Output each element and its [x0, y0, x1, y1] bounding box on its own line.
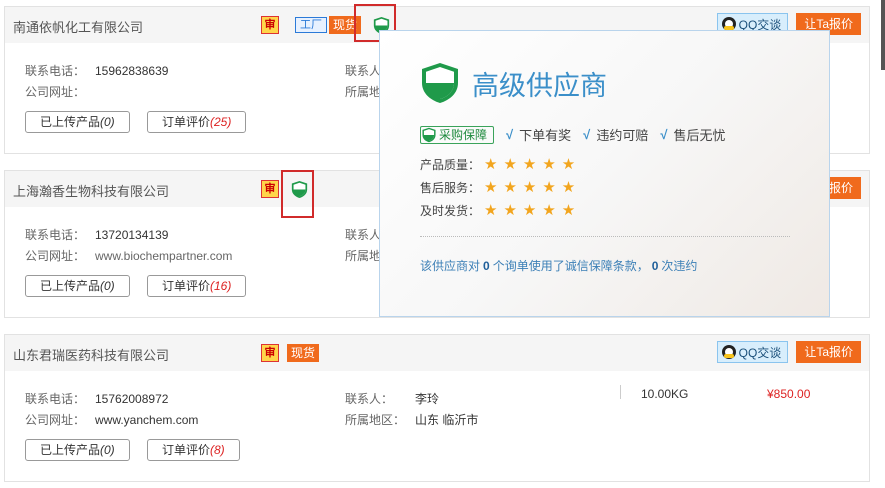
price-value: ¥850.00 — [767, 387, 811, 401]
footer-prefix: 该供应商对 — [420, 259, 481, 273]
phone-row: 联系电话： 13720134139 — [25, 226, 168, 243]
request-quote-button[interactable]: 让Ta报价 — [796, 341, 861, 363]
stock-badge[interactable]: 现货 — [287, 344, 320, 362]
uploaded-count: (0) — [100, 279, 115, 293]
premium-supplier-popup: 高级供应商 采购保障 √ 下单有奖 √ 违约可赔 √ 售后无忧 产品质量： ★★★★★… — [379, 30, 830, 317]
highlight-box-shield-2 — [281, 170, 314, 218]
footer-count-violations: 0 — [651, 259, 659, 273]
region-row: 所属地区： 山东 临沂市 — [345, 411, 478, 428]
website-row: 公司网址： www.biochempartner.com — [25, 247, 232, 264]
rating-label: 售后服务： — [420, 180, 481, 195]
company-name[interactable]: 南通依帆化工有限公司 — [13, 17, 143, 36]
shield-icon — [420, 61, 460, 105]
uploaded-count: (0) — [100, 443, 115, 457]
shield-icon — [421, 127, 437, 143]
qq-chat-label: QQ交谈 — [738, 345, 782, 360]
order-reviews-label: 订单评价 — [162, 115, 211, 129]
check-icon: √ — [660, 127, 668, 142]
qq-chat-button[interactable]: QQ交谈 — [716, 341, 789, 363]
rating-after-sales: 售后服务： ★★★★★ — [420, 178, 581, 196]
reviews-count: (16) — [210, 279, 232, 293]
verified-badge[interactable]: 审 — [261, 180, 279, 198]
uploaded-products-button[interactable]: 已上传产品(0) — [25, 275, 130, 297]
badge-group: 审 现货 — [261, 343, 320, 363]
order-reviews-button[interactable]: 订单评价(16) — [147, 275, 247, 297]
rating-product-quality: 产品质量： ★★★★★ — [420, 155, 581, 173]
check-icon: √ — [506, 127, 514, 142]
uploaded-products-button[interactable]: 已上传产品(0) — [25, 111, 130, 133]
footer-middle: 个询单使用了诚信保障条款， — [492, 259, 649, 273]
region-label: 所属地区： — [345, 413, 406, 427]
uploaded-products-label: 已上传产品 — [40, 115, 101, 129]
reviews-count: (8) — [210, 443, 225, 457]
guarantee-label: 采购保障 — [439, 128, 488, 142]
contact-label: 联系人： — [345, 392, 394, 406]
phone-value: 15962838639 — [95, 64, 169, 78]
popup-title: 高级供应商 — [472, 70, 607, 101]
order-reviews-label: 订单评价 — [162, 443, 211, 457]
star-rating-icon: ★★★★★ — [484, 202, 582, 219]
guarantee-badge: 采购保障 — [420, 125, 495, 144]
website-label: 公司网址： — [25, 413, 86, 427]
footer-suffix: 次违约 — [661, 259, 698, 273]
phone-value: 15762008972 — [95, 392, 169, 406]
popup-title-row: 高级供应商 — [420, 61, 607, 105]
website-label: 公司网址： — [25, 249, 86, 263]
contact-row: 联系人： 李玲 — [345, 390, 439, 407]
website-label: 公司网址： — [25, 85, 86, 99]
uploaded-count: (0) — [100, 115, 115, 129]
uploaded-products-label: 已上传产品 — [40, 443, 101, 457]
popup-footer: 该供应商对 0 个询单使用了诚信保障条款， 0 次违约 — [420, 257, 697, 274]
uploaded-products-label: 已上传产品 — [40, 279, 101, 293]
card-header: 山东君瑞医药科技有限公司 审 现货 QQ交谈 让Ta报价 — [5, 335, 869, 371]
footer-count-inquiries: 0 — [483, 259, 490, 273]
star-rating-icon: ★★★★★ — [484, 156, 582, 173]
header-actions: QQ交谈 让Ta报价 — [716, 341, 861, 363]
website-value[interactable]: www.yanchem.com — [95, 413, 198, 427]
rating-shipping: 及时发货： ★★★★★ — [420, 201, 581, 219]
feature-item: 违约可赔 — [596, 128, 649, 143]
phone-row: 联系电话： 15962838639 — [25, 62, 168, 79]
rating-label: 及时发货： — [420, 203, 481, 218]
qq-icon — [721, 345, 736, 359]
order-reviews-button[interactable]: 订单评价(25) — [147, 111, 247, 133]
feature-item: 下单有奖 — [519, 128, 572, 143]
supplier-card-3: 山东君瑞医药科技有限公司 审 现货 QQ交谈 让Ta报价 联系电话： 157620… — [4, 334, 870, 482]
region-value: 山东 临沂市 — [415, 413, 479, 427]
divider — [420, 236, 790, 237]
website-row: 公司网址： www.yanchem.com — [25, 411, 198, 428]
website-value[interactable]: www.biochempartner.com — [95, 249, 232, 263]
guarantee-row: 采购保障 √ 下单有奖 √ 违约可赔 √ 售后无忧 — [420, 125, 725, 144]
phone-value: 13720134139 — [95, 228, 169, 242]
price: ¥850.00 — [767, 387, 810, 401]
company-name[interactable]: 山东君瑞医药科技有限公司 — [13, 345, 169, 364]
quantity-value: 10.00KG — [641, 387, 689, 401]
order-reviews-label: 订单评价 — [162, 279, 211, 293]
order-reviews-button[interactable]: 订单评价(8) — [147, 439, 240, 461]
company-name[interactable]: 上海瀚香生物科技有限公司 — [13, 181, 169, 200]
star-rating-icon: ★★★★★ — [484, 179, 582, 196]
scrollbar[interactable] — [881, 0, 885, 70]
column-divider — [620, 385, 621, 399]
qq-icon — [721, 17, 736, 31]
phone-label: 联系电话： — [25, 228, 86, 242]
quantity: 10.00KG — [641, 387, 688, 401]
feature-item: 售后无忧 — [673, 128, 726, 143]
reviews-count: (25) — [210, 115, 232, 129]
contact-value: 李玲 — [415, 392, 440, 406]
rating-label: 产品质量： — [420, 157, 481, 172]
verified-badge[interactable]: 审 — [261, 16, 279, 34]
phone-row: 联系电话： 15762008972 — [25, 390, 168, 407]
factory-badge[interactable]: 工厂 — [295, 17, 327, 33]
website-row: 公司网址： — [25, 83, 95, 100]
check-icon: √ — [583, 127, 591, 142]
verified-badge[interactable]: 审 — [261, 344, 279, 362]
uploaded-products-button[interactable]: 已上传产品(0) — [25, 439, 130, 461]
phone-label: 联系电话： — [25, 392, 86, 406]
phone-label: 联系电话： — [25, 64, 86, 78]
